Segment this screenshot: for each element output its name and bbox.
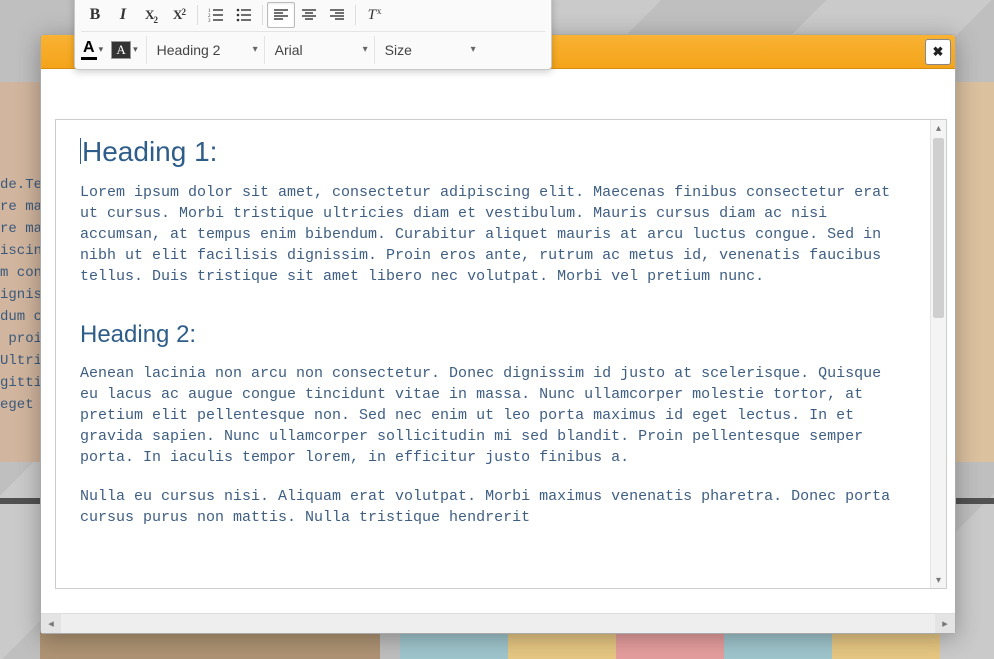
superscript-button[interactable]: X2 (165, 2, 193, 28)
editor-content-area[interactable]: Heading 1: Lorem ipsum dolor sit amet, c… (56, 120, 930, 588)
toolbar-row-2: A ▾ A ▾ Heading 2 ▾ Arial ▾ Size ▾ (81, 31, 545, 67)
scroll-track[interactable] (61, 614, 935, 634)
font-select[interactable]: Arial ▾ (264, 36, 374, 64)
clear-format-button[interactable]: Tx (360, 2, 388, 28)
paragraph[interactable]: Lorem ipsum dolor sit amet, consectetur … (80, 182, 906, 287)
text-cursor (80, 138, 81, 164)
chevron-down-icon: ▾ (133, 44, 138, 55)
close-button[interactable]: ✖ (925, 39, 951, 65)
chevron-down-icon: ▾ (99, 44, 104, 55)
size-select[interactable]: Size ▾ (374, 36, 482, 64)
text-color-icon: A (81, 39, 97, 60)
align-right-icon (329, 7, 345, 23)
align-right-button[interactable] (323, 2, 351, 28)
heading-select[interactable]: Heading 2 ▾ (146, 36, 264, 64)
editor-toolbar: B I X2 X2 1 2 3 (74, 0, 552, 70)
italic-button[interactable]: I (109, 2, 137, 28)
unordered-list-button[interactable] (230, 2, 258, 28)
size-select-label: Size (385, 42, 412, 58)
bg-partial-text: de.Tes re ma re ma iscing m con igniss d… (0, 174, 44, 416)
editor-dialog: ✖ Heading 1: Lorem ipsum dolor sit amet,… (40, 34, 956, 634)
paragraph[interactable]: Aenean lacinia non arcu non consectetur.… (80, 363, 906, 468)
editor-vertical-scrollbar[interactable]: ▴ ▾ (930, 120, 946, 588)
bg-color-icon: A (111, 41, 131, 59)
heading-2[interactable]: Heading 2: (80, 321, 906, 349)
chevron-down-icon: ▾ (363, 44, 368, 55)
scroll-right-arrow[interactable]: ▸ (935, 614, 955, 634)
chevron-down-icon: ▾ (253, 44, 258, 55)
clear-format-icon: Tx (368, 7, 381, 24)
toolbar-separator (262, 5, 263, 25)
document-content[interactable]: Heading 1: Lorem ipsum dolor sit amet, c… (80, 136, 906, 528)
heading-1[interactable]: Heading 1: (80, 136, 906, 168)
align-left-button[interactable] (267, 2, 295, 28)
italic-icon: I (120, 6, 126, 24)
text-color-button[interactable]: A ▾ (81, 39, 103, 60)
font-select-label: Arial (275, 42, 303, 58)
ordered-list-button[interactable]: 1 2 3 (202, 2, 230, 28)
align-center-icon (301, 7, 317, 23)
align-left-icon (273, 7, 289, 23)
subscript-icon: X2 (145, 7, 157, 23)
chevron-down-icon: ▾ (471, 44, 476, 55)
toolbar-separator (197, 5, 198, 25)
scroll-up-arrow[interactable]: ▴ (931, 120, 946, 136)
scroll-down-arrow[interactable]: ▾ (931, 572, 946, 588)
align-center-button[interactable] (295, 2, 323, 28)
paragraph[interactable]: Nulla eu cursus nisi. Aliquam erat volut… (80, 486, 906, 528)
bold-icon: B (90, 6, 101, 24)
toolbar-row-1: B I X2 X2 1 2 3 (81, 0, 545, 31)
close-icon: ✖ (933, 44, 944, 60)
bold-button[interactable]: B (81, 2, 109, 28)
superscript-icon: X2 (173, 7, 185, 23)
heading-select-label: Heading 2 (157, 42, 221, 58)
editor-frame: Heading 1: Lorem ipsum dolor sit amet, c… (55, 119, 947, 589)
unordered-list-icon (236, 7, 252, 23)
toolbar-separator (355, 5, 356, 25)
svg-text:3: 3 (208, 19, 211, 23)
dialog-horizontal-scrollbar[interactable]: ◂ ▸ (41, 613, 955, 633)
scroll-thumb[interactable] (933, 138, 944, 318)
ordered-list-icon: 1 2 3 (208, 7, 224, 23)
dialog-body: Heading 1: Lorem ipsum dolor sit amet, c… (41, 69, 955, 633)
subscript-button[interactable]: X2 (137, 2, 165, 28)
bg-color-button[interactable]: A ▾ (111, 41, 138, 59)
scroll-left-arrow[interactable]: ◂ (41, 614, 61, 634)
